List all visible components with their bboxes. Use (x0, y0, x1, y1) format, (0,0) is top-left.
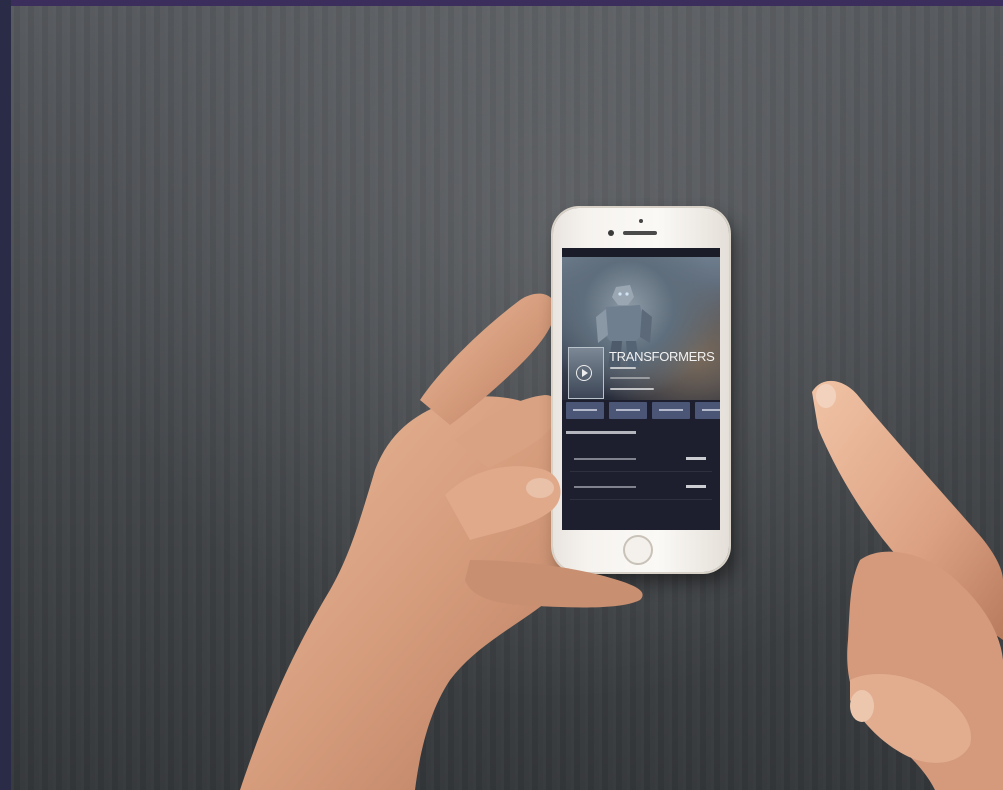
left-thumbnail (526, 478, 554, 498)
right-index-fingernail (816, 384, 836, 408)
photo-scene: TRANSFORMERS (0, 0, 1003, 790)
left-lower-fingers (465, 560, 643, 608)
right-thumbnail (850, 690, 874, 722)
left-thumb (445, 466, 561, 540)
hands-foreground (445, 380, 1003, 790)
